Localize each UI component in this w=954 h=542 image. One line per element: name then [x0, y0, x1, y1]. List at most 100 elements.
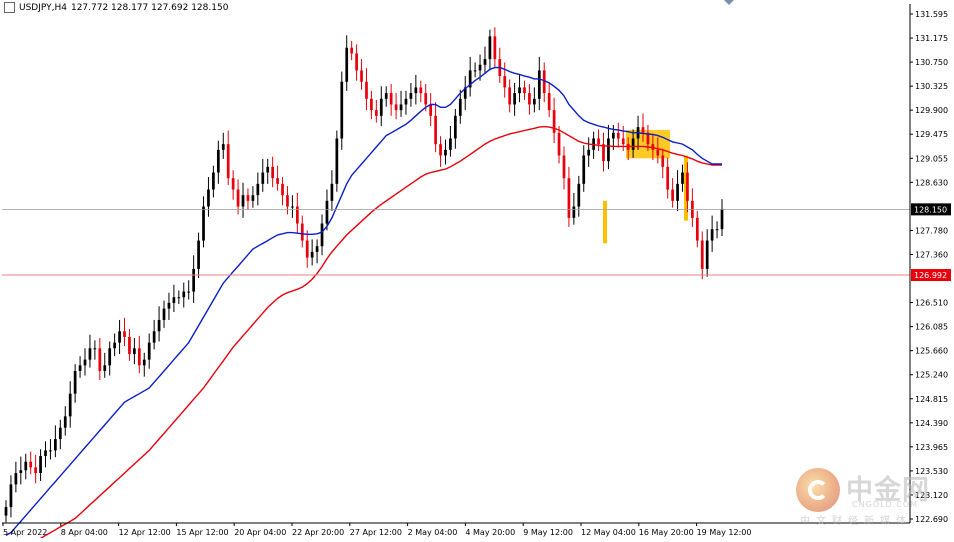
candle-body: [266, 166, 270, 173]
candle-body: [666, 166, 670, 190]
candle-body: [676, 183, 679, 201]
candle-body: [493, 36, 497, 60]
candle-body: [370, 98, 373, 111]
candle-body: [513, 93, 516, 105]
watermark-subtitle: 中文财经新媒体: [800, 516, 912, 527]
candle-body: [231, 178, 235, 190]
candle-body: [488, 36, 492, 60]
candle-body: [686, 172, 689, 201]
candle-body: [700, 240, 704, 269]
candle-body: [547, 93, 551, 111]
candle-body: [572, 206, 576, 218]
candle-body: [305, 240, 309, 258]
candle-body: [631, 138, 635, 150]
candle-body: [4, 507, 8, 516]
candle-body: [483, 59, 487, 65]
candle-body: [286, 195, 289, 207]
candle-body: [567, 178, 571, 218]
candle-body: [473, 70, 477, 72]
x-tick-label: 15 Apr 12:00: [176, 528, 228, 537]
candle-body: [221, 144, 225, 150]
candle-body: [705, 240, 709, 269]
candle-body: [616, 132, 620, 139]
candle-body: [715, 229, 719, 231]
candle-body: [281, 183, 284, 196]
candle-body: [453, 115, 457, 139]
candle-body: [226, 144, 230, 179]
candle-body: [537, 70, 541, 99]
candle-body: [710, 229, 714, 241]
chart-icon: [4, 2, 15, 13]
candle-body: [562, 155, 566, 179]
candle-body: [172, 297, 176, 303]
candle-body: [641, 127, 645, 133]
y-tick-label: 124.390: [915, 419, 948, 428]
candle-body: [187, 291, 191, 293]
candle-body: [88, 348, 92, 360]
candle-body: [587, 149, 591, 156]
candle-body: [300, 223, 304, 241]
x-tick-label: 19 May 12:00: [697, 528, 752, 537]
candle-body: [142, 359, 146, 366]
candle-body: [379, 98, 383, 116]
candle-body: [434, 115, 437, 145]
symbol-info-bar: USDJPY,H4 127.772 128.177 127.692 128.15…: [4, 2, 228, 13]
brand-logo-icon: [796, 468, 840, 512]
candle-body: [340, 81, 344, 139]
chart-area[interactable]: 128.150 126.992 131.595 131.175 130.750 130.…: [0, 0, 954, 542]
x-tick-label: 2 May 04:00: [408, 528, 458, 537]
candle-body: [212, 172, 215, 190]
candle-body: [582, 155, 586, 184]
price-chart[interactable]: 128.150 126.992 131.595 131.175 130.750 130.…: [0, 0, 954, 542]
y-tick-label: 129.900: [915, 106, 948, 115]
candle-body: [439, 144, 442, 156]
candle-body: [9, 484, 13, 508]
candle-body: [404, 98, 408, 105]
candle-body: [44, 450, 47, 457]
y-tick-label: 124.815: [915, 395, 948, 404]
candle-body: [34, 467, 37, 474]
candle-body: [103, 365, 107, 371]
candle-body: [528, 93, 531, 105]
candle-body: [291, 206, 294, 208]
candle-body: [597, 138, 600, 145]
candle-body: [93, 348, 97, 350]
candle-body: [73, 370, 77, 394]
candle-body: [656, 149, 660, 156]
candle-body: [365, 81, 368, 99]
y-tick-label: 130.325: [915, 82, 948, 91]
candle-body: [162, 308, 166, 320]
x-tick-label: 12 May 04:00: [581, 528, 636, 537]
y-tick-label: 130.750: [915, 58, 948, 67]
candle-body: [261, 172, 265, 184]
candle-body: [207, 189, 210, 207]
y-tick-label: 131.595: [915, 10, 948, 19]
candle-body: [409, 93, 413, 99]
y-tick-label: 127.360: [915, 250, 948, 259]
candle-body: [419, 87, 423, 94]
candle-body: [552, 110, 556, 133]
x-tick-label: 5 Apr 2022: [3, 528, 47, 537]
candle-body: [612, 132, 615, 139]
candle-body: [533, 98, 536, 105]
x-tick-label: 12 Apr 12:00: [119, 528, 171, 537]
candle-body: [384, 93, 388, 99]
candle-body: [607, 138, 610, 162]
candle-body: [315, 246, 319, 252]
candle-body: [192, 268, 195, 292]
candle-body: [29, 461, 33, 468]
candle-body: [177, 297, 181, 299]
candle-body: [19, 470, 23, 474]
candle-body: [478, 64, 482, 71]
candle-body: [157, 319, 161, 332]
y-tick-label: 128.630: [915, 178, 948, 187]
candle-body: [325, 200, 329, 224]
candle-body: [458, 98, 462, 116]
y-tick-label: 126.085: [915, 323, 948, 332]
candle-body: [424, 93, 428, 105]
candle-body: [444, 149, 447, 156]
y-tick-label: 125.660: [915, 347, 948, 356]
x-tick-label: 9 May 12:00: [523, 528, 573, 537]
symbol-label: USDJPY,H4: [19, 2, 67, 13]
candle-body: [251, 195, 255, 201]
